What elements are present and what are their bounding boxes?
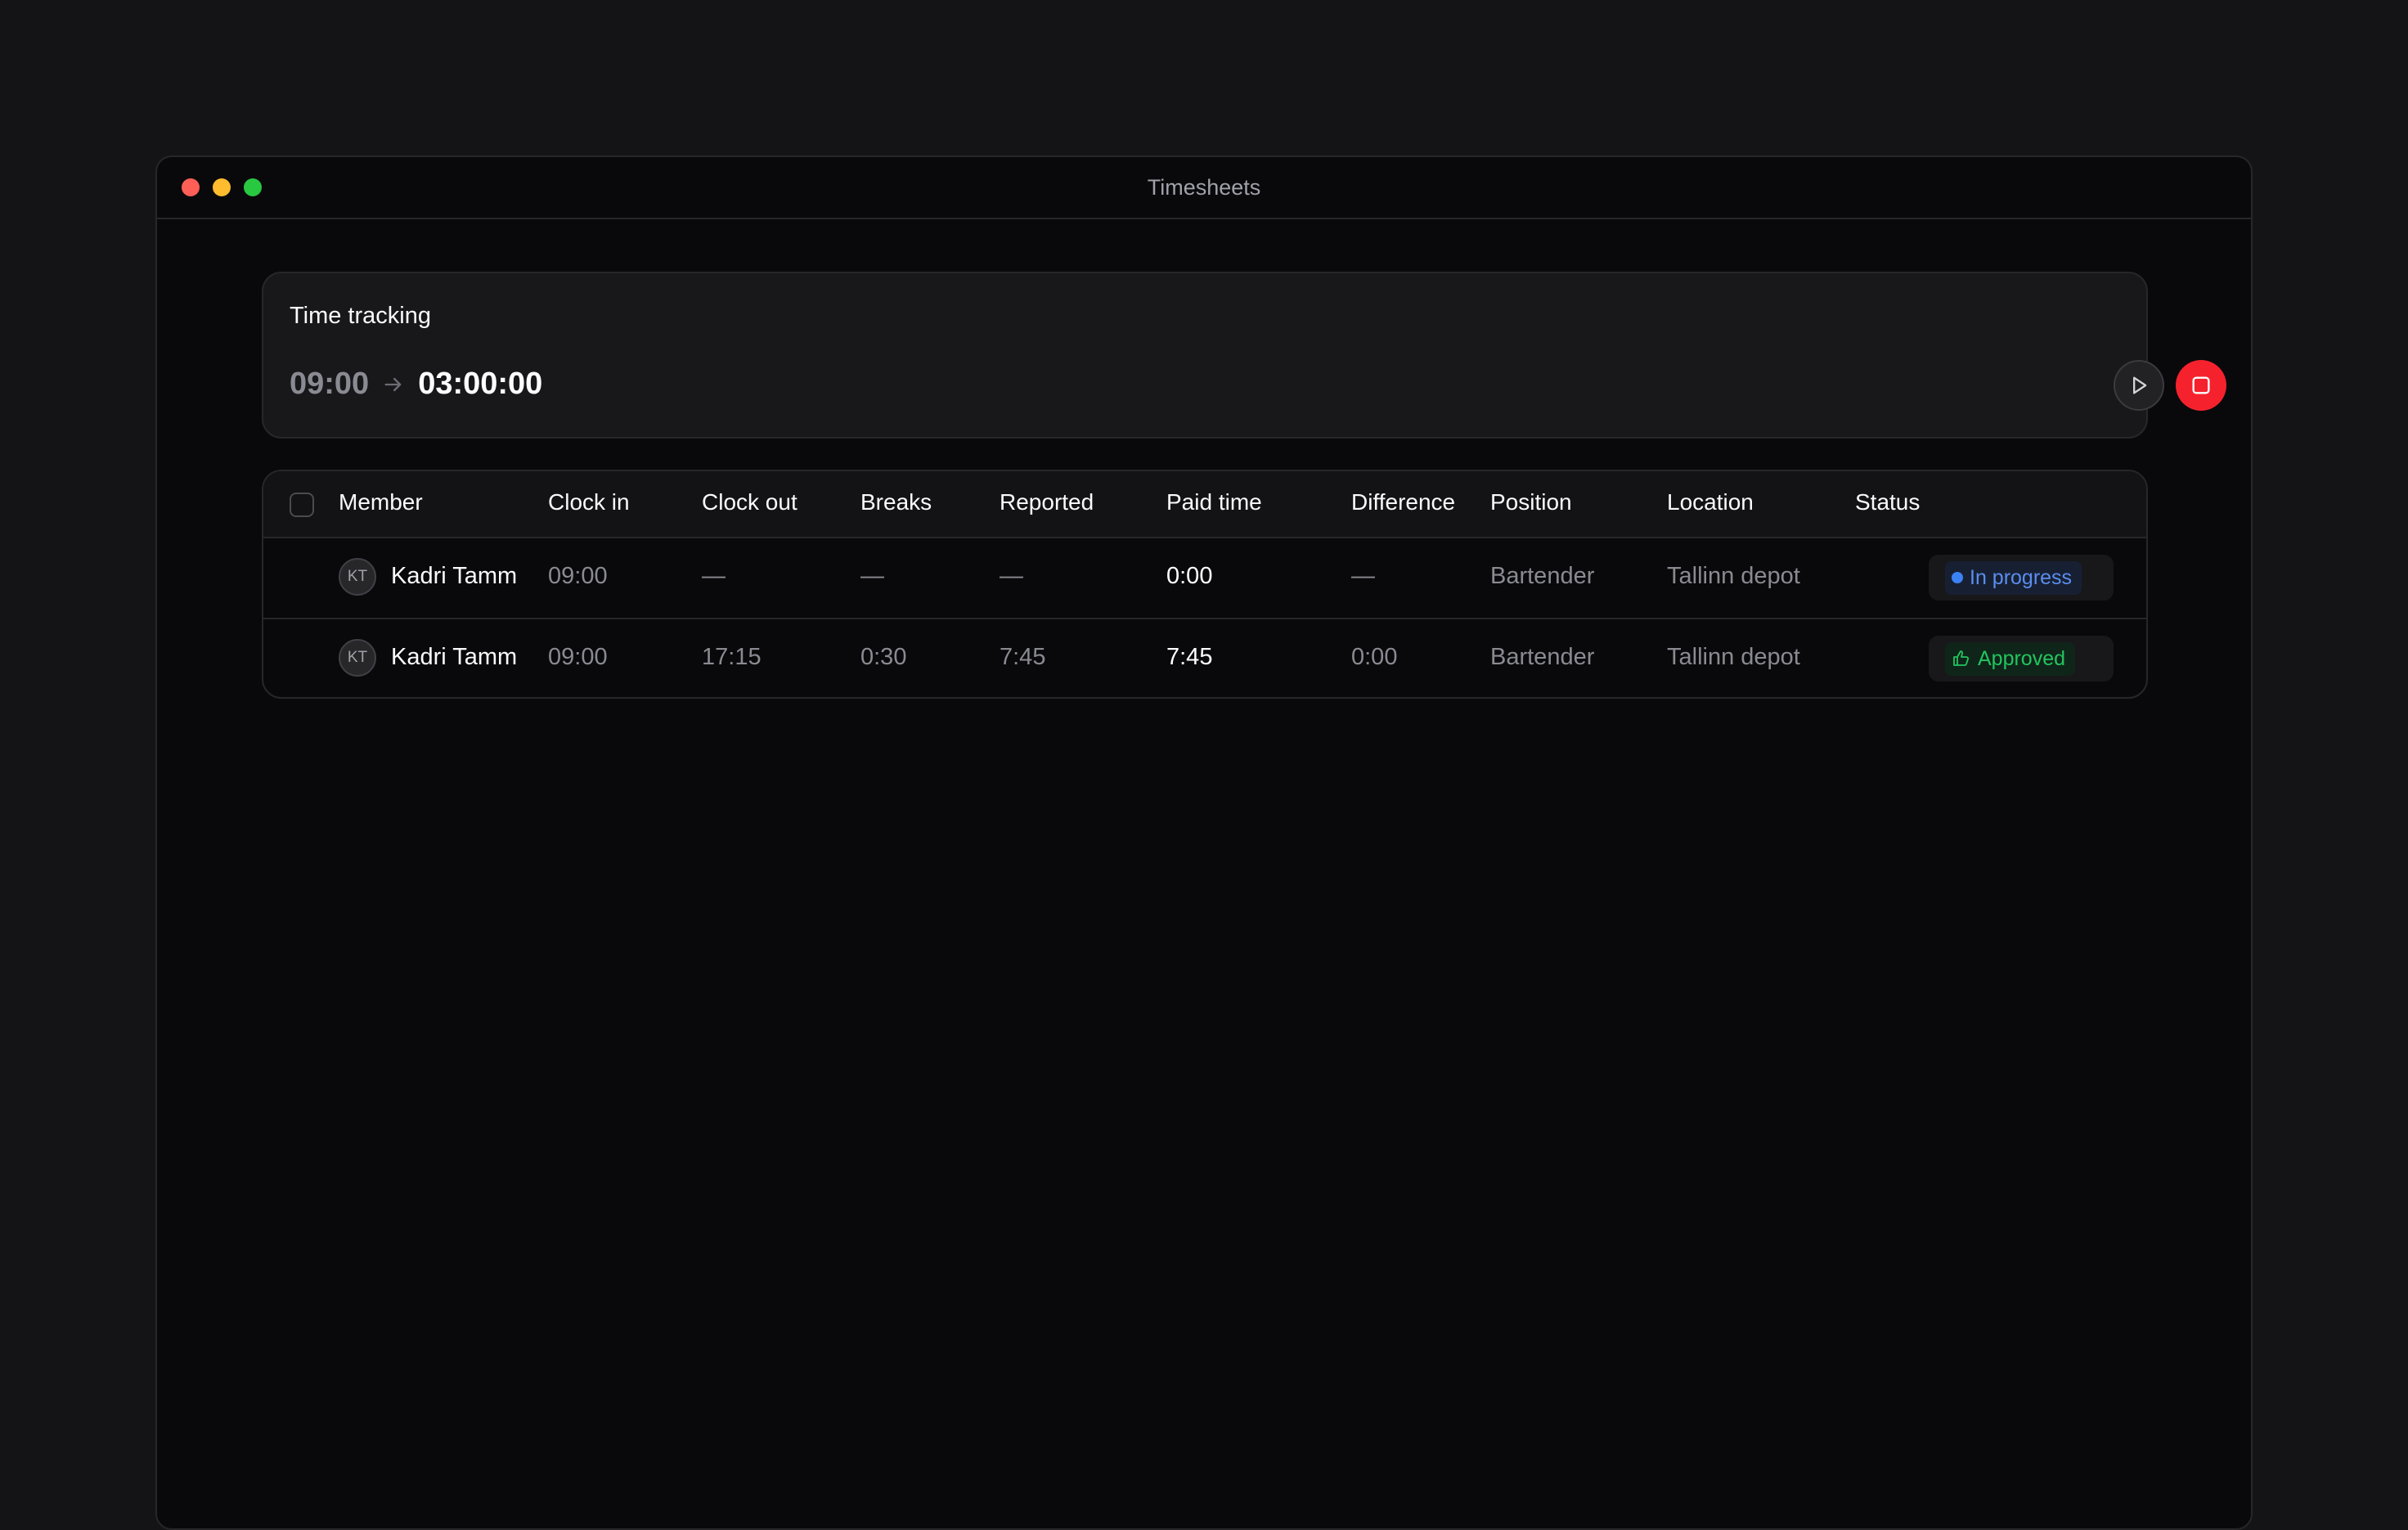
app-window: Timesheets Time tracking 09:00 03:00:00 … — [155, 155, 2253, 1530]
stop-button[interactable] — [2176, 360, 2226, 411]
header-clock-out[interactable]: Clock out — [702, 489, 797, 515]
elapsed-time: 03:00:00 — [418, 367, 543, 401]
status-label: In progress — [1970, 565, 2073, 589]
status-badge: Approved — [1929, 636, 2114, 682]
time-tracking-title: Time tracking — [290, 303, 431, 329]
arrow-right-icon — [384, 377, 402, 391]
member-name: Kadri Tamm — [391, 563, 518, 589]
time-tracking-readout: 09:00 03:00:00 — [290, 367, 542, 402]
thumbs-up-icon — [1953, 650, 1970, 666]
select-all-checkbox[interactable] — [290, 493, 314, 517]
time-tracking-card: Time tracking 09:00 03:00:00 — [262, 272, 2226, 439]
table-row[interactable]: KT Kadri Tamm 09:00 17:15 0:30 7:45 7:45… — [263, 618, 2146, 697]
dot-icon — [1952, 572, 1963, 583]
difference-value: — — [1351, 563, 1375, 589]
play-button[interactable] — [2114, 360, 2164, 411]
stop-icon — [2192, 376, 2210, 394]
clock-out-value: 17:15 — [702, 644, 761, 670]
breaks-value: — — [860, 563, 884, 589]
avatar: KT — [339, 558, 376, 596]
status-badge: In progress — [1929, 555, 2114, 601]
header-member[interactable]: Member — [339, 489, 423, 515]
paid-time-value: 0:00 — [1166, 563, 1213, 589]
header-breaks[interactable]: Breaks — [860, 489, 932, 515]
clock-out-value: — — [702, 563, 726, 589]
position-value: Bartender — [1490, 644, 1595, 670]
breaks-value: 0:30 — [860, 644, 907, 670]
header-difference[interactable]: Difference — [1351, 489, 1455, 515]
timesheet-table: Member Clock in Clock out Breaks Reporte… — [262, 470, 2148, 699]
header-location[interactable]: Location — [1667, 489, 1754, 515]
clock-in-value: 09:00 — [548, 563, 608, 589]
clock-in-value: 09:00 — [548, 644, 608, 670]
member-name: Kadri Tamm — [391, 644, 518, 670]
table-header: Member Clock in Clock out Breaks Reporte… — [263, 471, 2146, 538]
location-value: Tallinn depot — [1667, 563, 1800, 589]
location-value: Tallinn depot — [1667, 644, 1800, 670]
window-title: Timesheets — [1147, 175, 1261, 200]
header-position[interactable]: Position — [1490, 489, 1572, 515]
position-value: Bartender — [1490, 563, 1595, 589]
status-label: Approved — [1978, 646, 2066, 670]
difference-value: 0:00 — [1351, 644, 1398, 670]
title-bar: Timesheets — [157, 157, 2251, 219]
start-time: 09:00 — [290, 367, 370, 401]
paid-time-value: 7:45 — [1166, 644, 1213, 670]
reported-value: — — [1000, 563, 1023, 589]
header-reported[interactable]: Reported — [1000, 489, 1094, 515]
reported-value: 7:45 — [1000, 644, 1046, 670]
header-clock-in[interactable]: Clock in — [548, 489, 630, 515]
play-icon — [2133, 376, 2147, 394]
avatar: KT — [339, 639, 376, 677]
table-row[interactable]: KT Kadri Tamm 09:00 — — — 0:00 — Bartend… — [263, 538, 2146, 618]
header-paid-time[interactable]: Paid time — [1166, 489, 1262, 515]
header-status[interactable]: Status — [1855, 489, 1920, 515]
